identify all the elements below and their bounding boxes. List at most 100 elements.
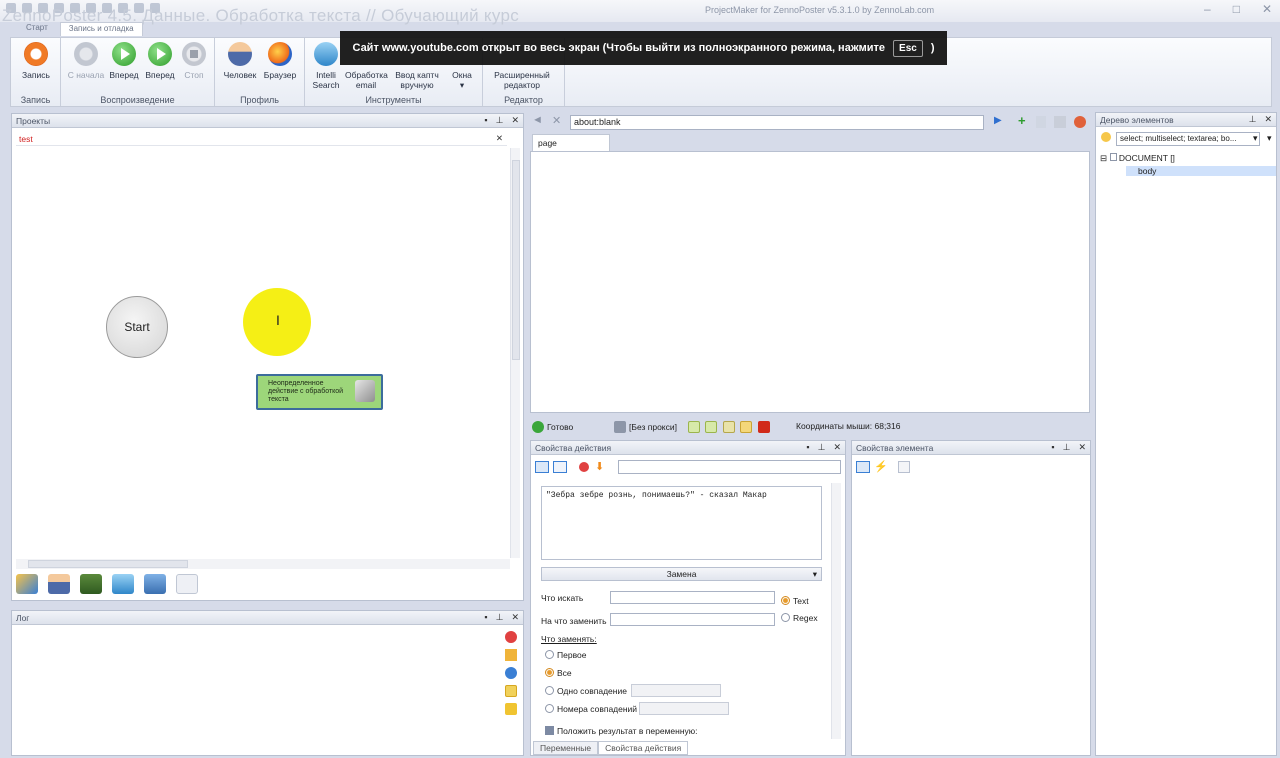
start-node[interactable]: Start (106, 296, 168, 358)
mode-regex-radio[interactable]: Regex (781, 613, 818, 623)
find-input[interactable] (610, 591, 775, 604)
clear-cache-icon[interactable] (1074, 116, 1086, 128)
opt-first-radio[interactable]: Первое (545, 650, 586, 660)
replace-input[interactable] (610, 613, 775, 626)
record-button[interactable]: Запись (15, 42, 57, 80)
panel-menu-icon[interactable]: ▪ (1051, 442, 1054, 453)
pin-icon[interactable]: ⊥ (1249, 114, 1257, 125)
pin-icon[interactable]: ⊥ (496, 115, 504, 126)
intelli-search-icon (314, 42, 338, 66)
panel-menu-icon[interactable]: ▪ (484, 612, 487, 623)
close-icon[interactable]: ✕ (511, 115, 519, 126)
action-properties-header: Свойства действия ▪ ⊥ ✕ (531, 441, 845, 455)
go-icon[interactable]: ▶ (994, 115, 1002, 126)
person-icon[interactable] (48, 574, 70, 594)
ribbon-group-label: Редактор (504, 95, 543, 105)
lightning-icon[interactable]: ⚡ (874, 460, 888, 473)
stop-button[interactable]: Стоп (173, 42, 215, 80)
page-icon[interactable] (898, 461, 910, 473)
page-icon[interactable] (1036, 116, 1046, 128)
highlight-icon[interactable] (1101, 132, 1111, 142)
close-icon[interactable]: ✕ (833, 442, 841, 453)
browser-button[interactable]: Браузер (259, 42, 301, 80)
browser-page-tab[interactable]: page (532, 134, 610, 152)
breakpoint-icon[interactable] (579, 462, 589, 472)
close-icon[interactable]: ✕ (1262, 2, 1272, 16)
close-tab-icon[interactable]: ✕ (496, 133, 503, 144)
pin-icon[interactable]: ⊥ (818, 442, 826, 453)
close-icon[interactable]: ✕ (511, 612, 519, 623)
add-icon[interactable]: + (1018, 113, 1026, 128)
structure-icon[interactable] (144, 574, 166, 594)
tree-filter-input[interactable]: select; multiselect; textarea; bo... (1116, 132, 1260, 146)
action-search-input[interactable] (618, 460, 841, 474)
css-toggle-icon[interactable] (705, 421, 718, 433)
clear-icon[interactable] (505, 703, 517, 715)
menu-chevron-icon[interactable]: ▾ (1267, 133, 1272, 144)
put-result-checkbox[interactable]: Положить результат в переменную: (545, 726, 698, 736)
search-icon[interactable] (112, 574, 134, 594)
input-text-area[interactable]: "Зебра зебре рознь, понимаешь?" - сказал… (541, 486, 822, 560)
grid-view-icon[interactable] (856, 461, 870, 473)
address-bar[interactable]: about:blank (570, 115, 984, 130)
board-icon[interactable] (80, 574, 102, 594)
scroll-thumb[interactable] (28, 560, 188, 568)
browser-page-area[interactable] (530, 151, 1090, 413)
operation-select[interactable]: Замена ▾ (541, 567, 822, 581)
collapse-icon[interactable]: ⊟ (1100, 153, 1107, 163)
log-panel-header: Лог ▪ ⊥ ✕ (12, 611, 523, 625)
mode-text-radio[interactable]: Text (781, 596, 809, 606)
script-toggle-icon[interactable] (740, 421, 753, 433)
error-icon[interactable] (505, 631, 517, 643)
opt-one-match-radio[interactable]: Одно совпадение (545, 686, 627, 696)
human-button[interactable]: Человек (219, 42, 261, 80)
element-properties-header: Свойства элемента ▪ ⊥ ✕ (852, 441, 1090, 455)
scroll-thumb[interactable] (512, 160, 520, 360)
pin-icon[interactable]: ⊥ (496, 612, 504, 623)
grid-view-icon[interactable] (535, 461, 549, 473)
stop-loading-icon[interactable]: ✕ (552, 114, 561, 127)
close-icon[interactable]: ✕ (1078, 442, 1086, 453)
opt-all-radio[interactable]: Все (545, 668, 572, 678)
close-icon[interactable]: ✕ (1264, 114, 1272, 125)
tab-action-properties[interactable]: Свойства действия (598, 741, 689, 755)
chevron-down-icon[interactable]: ▾ (1253, 133, 1258, 144)
tab-start[interactable]: Старт (18, 22, 56, 36)
settings-gear-icon[interactable] (16, 574, 38, 594)
tab-variables[interactable]: Переменные (533, 741, 599, 755)
arrow-down-icon[interactable]: ⬇ (595, 460, 604, 473)
info-icon[interactable] (505, 667, 517, 679)
esc-key-badge: Esc (893, 39, 923, 57)
image-toggle-icon[interactable] (688, 421, 700, 433)
stop-icon (182, 42, 206, 66)
frame-toggle-icon[interactable] (722, 421, 735, 433)
panel-menu-icon[interactable]: ▪ (806, 442, 809, 453)
tree-node-body[interactable]: body (1126, 166, 1276, 176)
opt-match-numbers-radio[interactable]: Номера совпадений (545, 704, 637, 714)
back-icon[interactable]: ◄ (532, 114, 543, 126)
record-icon (24, 42, 48, 66)
log-panel: Лог ▪ ⊥ ✕ (11, 610, 524, 756)
flash-toggle-icon[interactable] (757, 421, 770, 433)
tree-node-document[interactable]: ⊟ DOCUMENT [] (1100, 153, 1175, 164)
proxy-status[interactable]: [Без прокси] (614, 421, 677, 433)
panel-menu-icon[interactable]: ▪ (484, 115, 487, 126)
cookie-icon[interactable] (1054, 116, 1066, 128)
vertical-scrollbar[interactable] (510, 148, 520, 558)
warning-icon[interactable] (505, 649, 517, 661)
list-icon[interactable] (176, 574, 198, 594)
project-tab[interactable]: test ✕ (16, 132, 507, 146)
maximize-icon[interactable]: □ (1233, 2, 1240, 16)
pin-icon[interactable]: ⊥ (1063, 442, 1071, 453)
ribbon-group-label: Запись (20, 95, 51, 105)
highlight-icon[interactable] (505, 685, 517, 697)
minimize-icon[interactable]: – (1204, 2, 1211, 16)
list-view-icon[interactable] (553, 461, 567, 473)
text-cursor-icon: I (276, 312, 280, 328)
horizontal-scrollbar[interactable] (16, 559, 510, 569)
text-processing-action-node[interactable]: Неопределенное действие с обработкой тек… (256, 374, 383, 410)
element-tree-header: Дерево элементов ⊥ ✕ (1096, 113, 1276, 127)
tab-record-debug[interactable]: Запись и отладка (59, 22, 143, 36)
vertical-scrollbar[interactable] (831, 483, 841, 739)
restart-button[interactable]: С начала (65, 42, 107, 80)
